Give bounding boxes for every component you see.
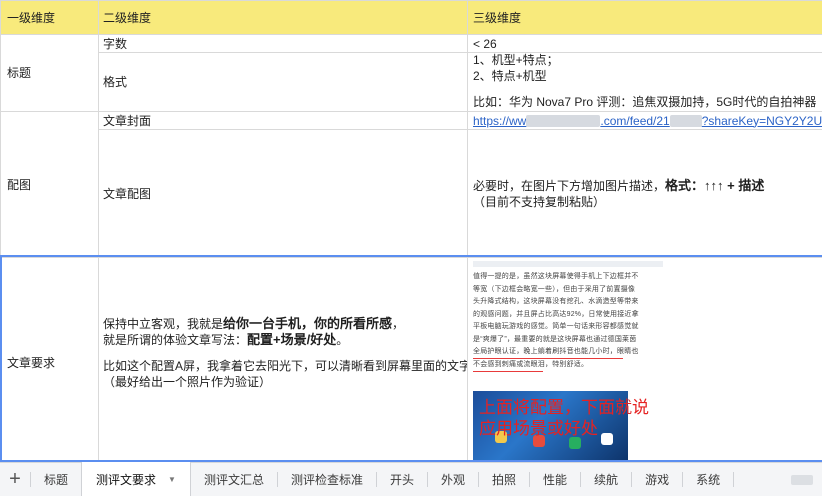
cover-link[interactable]: https://ww.com/feed/21?shareKey=NGY2Y2U3… <box>473 114 822 128</box>
inline-image-note: （目前不支持复制粘贴） <box>473 194 606 209</box>
writing-line-2: 就是所谓的体验文章写法：配置+场景/好处。 <box>103 332 349 347</box>
tab-review-summary[interactable]: 测评文汇总 <box>191 463 277 496</box>
image-top-strip <box>473 261 663 267</box>
cell-writing-label[interactable]: 文章要求 <box>0 257 99 462</box>
redaction-mask <box>526 115 601 128</box>
inline-image-desc: 必要时，在图片下方增加图片描述，格式：↑↑↑ + 描述 <box>473 177 765 193</box>
tab-label: 开头 <box>389 473 414 487</box>
example-paragraph: 值得一提的是，虽然这块屏幕使得手机上下边框并不等宽（下边框会略宽一些），但由于采… <box>473 273 639 368</box>
header-cell-level2[interactable]: 二级维度 <box>98 0 468 35</box>
table-row: 文章要求 保持中立客观，我就是给你一台手机，你的所看所感， 就是所谓的体验文章写… <box>0 257 822 462</box>
cell-cover-link[interactable]: https://ww.com/feed/21?shareKey=NGY2Y2U3… <box>467 111 822 130</box>
cell-inline-image-desc[interactable]: 必要时，在图片下方增加图片描述，格式：↑↑↑ + 描述 （目前不支持复制粘贴） <box>467 129 822 258</box>
cell-image-label[interactable]: 配图 <box>0 111 99 258</box>
caret-down-icon[interactable]: ▼ <box>168 475 176 484</box>
tab-title[interactable]: 标题 <box>31 463 81 496</box>
cell-title-label[interactable]: 标题 <box>0 34 99 112</box>
tab-label: 测评文汇总 <box>203 473 264 487</box>
tab-label: 拍照 <box>492 473 517 487</box>
requirements-table: 一级维度 二级维度 三级维度 标题 字数 < 26 格式 1、机型+特点； 2、… <box>0 0 822 462</box>
table-row: 标题 字数 < 26 <box>0 34 822 112</box>
format-example: 比如：华为 Nova7 Pro 评测：追焦双摄加持，5G时代的自拍神器 <box>473 94 817 109</box>
writing-line-4: （最好给出一个照片作为验证） <box>103 375 272 389</box>
more-tabs-button[interactable] <box>782 463 822 496</box>
red-underline <box>473 358 623 359</box>
tab-system[interactable]: 系统 <box>683 463 733 496</box>
cell-word-count-name[interactable]: 字数 <box>98 34 468 53</box>
tab-opening[interactable]: 开头 <box>377 463 427 496</box>
tab-review-checklist[interactable]: 测评检查标准 <box>278 463 376 496</box>
tab-review-requirements[interactable]: 测评文要求 ▼ <box>81 462 191 496</box>
tab-label: 外观 <box>441 473 466 487</box>
cell-inline-image-name[interactable]: 文章配图 <box>98 129 468 258</box>
writing-line-1: 保持中立客观，我就是给你一台手机，你的所看所感， <box>103 316 405 331</box>
tab-performance[interactable]: 性能 <box>530 463 580 496</box>
more-icon <box>791 474 813 485</box>
cell-writing-desc[interactable]: 保持中立客观，我就是给你一台手机，你的所看所感， 就是所谓的体验文章写法：配置+… <box>98 257 468 462</box>
header-cell-level1[interactable]: 一级维度 <box>0 0 99 35</box>
tab-label: 标题 <box>44 473 69 487</box>
format-line-2: 2、特点+机型 <box>473 68 547 83</box>
plus-icon: + <box>9 468 21 490</box>
writing-line-3: 比如这个配置A屏，我拿着它去阳光下，可以清晰看到屏幕里面的文字。 <box>103 359 468 373</box>
table-row: 格式 1、机型+特点； 2、特点+机型 比如：华为 Nova7 Pro 评测：追… <box>1 52 822 112</box>
cell-format-name[interactable]: 格式 <box>98 52 468 112</box>
tab-label: 测评检查标准 <box>290 473 363 487</box>
tab-label: 测评文要求 <box>96 472 157 487</box>
tab-appearance[interactable]: 外观 <box>428 463 478 496</box>
cell-format-value[interactable]: 1、机型+特点； 2、特点+机型 比如：华为 Nova7 Pro 评测：追焦双摄… <box>467 52 822 112</box>
format-line-1: 1、机型+特点； <box>473 52 559 67</box>
red-underline <box>473 371 543 372</box>
cell-word-count-value[interactable]: < 26 <box>467 34 822 53</box>
tab-divider <box>733 472 735 487</box>
redaction-mask <box>669 115 702 128</box>
tab-battery[interactable]: 续航 <box>581 463 631 496</box>
annotation-note: 上面将配置，下面就说应用场景或好处 <box>479 398 649 438</box>
tab-label: 系统 <box>696 473 721 487</box>
tab-camera[interactable]: 拍照 <box>479 463 529 496</box>
header-cell-level3[interactable]: 三级维度 <box>467 0 822 35</box>
header-row: 一级维度 二级维度 三级维度 <box>0 0 822 35</box>
tab-gaming[interactable]: 游戏 <box>632 463 682 496</box>
table-row: 配图 文章封面 https://ww .com/feed/21 ?shareKey=… <box>0 111 822 258</box>
tab-label: 游戏 <box>645 473 670 487</box>
tab-label: 续航 <box>594 473 619 487</box>
example-screenshot-image[interactable]: 值得一提的是，虽然这块屏幕使得手机上下边框并不等宽（下边框会略宽一些），但由于采… <box>473 261 663 462</box>
cell-writing-example[interactable]: 值得一提的是，虽然这块屏幕使得手机上下边框并不等宽（下边框会略宽一些），但由于采… <box>467 257 822 462</box>
spreadsheet-grid: 一级维度 二级维度 三级维度 标题 字数 < 26 格式 1、机型+特点； 2、… <box>0 0 822 462</box>
add-sheet-button[interactable]: + <box>0 463 30 496</box>
cell-cover-name[interactable]: 文章封面 <box>98 111 468 130</box>
table-row: 文章配图 必要时，在图片下方增加图片描述，格式：↑↑↑ + 描述 （目前不支持复… <box>1 129 822 258</box>
sheet-tab-bar: + 标题 测评文要求 ▼ 测评文汇总 测评检查标准 开头 外观 拍照 性能 续航 … <box>0 462 822 496</box>
tab-label: 性能 <box>543 473 568 487</box>
